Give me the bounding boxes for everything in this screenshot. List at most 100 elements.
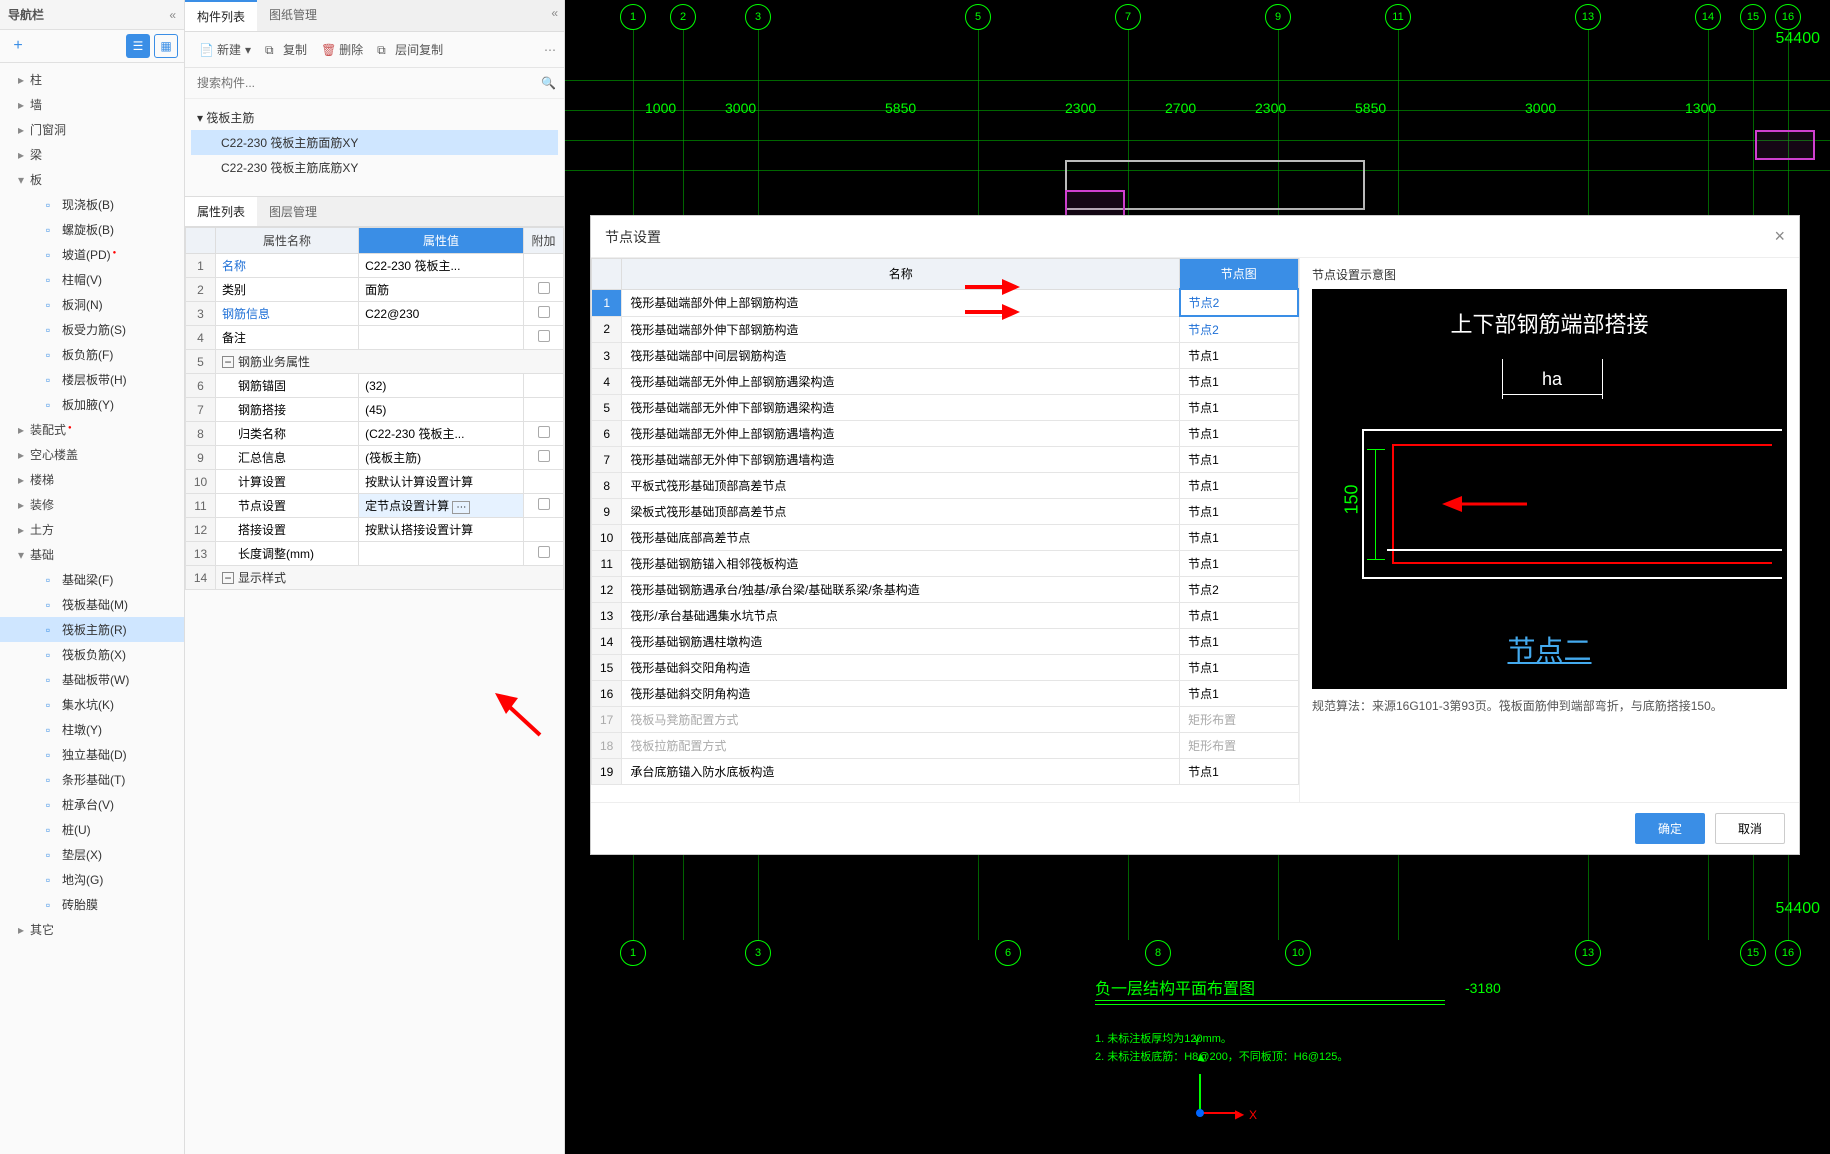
node-row[interactable]: 6筏形基础端部无外伸上部钢筋遇墙构造节点1 <box>592 421 1299 447</box>
prop-value-cell[interactable] <box>359 542 524 566</box>
prop-value-cell[interactable]: C22-230 筏板主... <box>359 254 524 278</box>
prop-value-cell[interactable]: C22@230 <box>359 302 524 326</box>
tab-layers[interactable]: 图层管理 <box>257 197 329 226</box>
search-input[interactable] <box>193 72 541 94</box>
node-pic-cell[interactable]: 节点2 <box>1180 316 1298 343</box>
node-row[interactable]: 10筏形基础底部高差节点节点1 <box>592 525 1299 551</box>
nav-category[interactable]: ▸梁 <box>0 142 184 167</box>
nav-category[interactable]: ▸墙 <box>0 92 184 117</box>
nav-leaf[interactable]: ▫板洞(N) <box>0 292 184 317</box>
node-row[interactable]: 12筏形基础钢筋遇承台/独基/承台梁/基础联系梁/条基构造节点2 <box>592 577 1299 603</box>
checkbox[interactable] <box>538 282 550 294</box>
prop-value-cell[interactable]: 定节点设置计算 ⋯ <box>359 494 524 518</box>
nav-category[interactable]: ▾基础 <box>0 542 184 567</box>
toolbar-new[interactable]: 📄新建▾ <box>193 38 257 61</box>
component-item[interactable]: C22-230 筏板主筋面筋XY <box>191 130 558 155</box>
tab-components[interactable]: 构件列表 <box>185 0 257 31</box>
node-pic-cell[interactable]: 矩形布置 <box>1180 733 1298 759</box>
nav-leaf[interactable]: ▫楼层板带(H) <box>0 367 184 392</box>
prop-row[interactable]: 2类别面筋 <box>186 278 564 302</box>
nav-leaf[interactable]: ▫地沟(G) <box>0 867 184 892</box>
checkbox[interactable] <box>538 450 550 462</box>
prop-value-cell[interactable]: 按默认搭接设置计算 <box>359 518 524 542</box>
nav-leaf[interactable]: ▫基础梁(F) <box>0 567 184 592</box>
node-row[interactable]: 7筏形基础端部无外伸下部钢筋遇墙构造节点1 <box>592 447 1299 473</box>
node-pic-cell[interactable]: 节点1 <box>1180 629 1298 655</box>
nav-leaf[interactable]: ▫桩(U) <box>0 817 184 842</box>
prop-row[interactable]: 11节点设置定节点设置计算 ⋯ <box>186 494 564 518</box>
nav-leaf[interactable]: ▫板负筋(F) <box>0 342 184 367</box>
toolbar-delete[interactable]: 🗑删除 <box>315 38 369 61</box>
node-row[interactable]: 17筏板马凳筋配置方式矩形布置 <box>592 707 1299 733</box>
nav-category[interactable]: ▸装配式 <box>0 417 184 442</box>
node-pic-cell[interactable]: 节点1 <box>1180 759 1298 785</box>
node-pic-cell[interactable]: 节点1 <box>1180 395 1298 421</box>
node-row[interactable]: 16筏形基础斜交阴角构造节点1 <box>592 681 1299 707</box>
nav-leaf[interactable]: ▫集水坑(K) <box>0 692 184 717</box>
nav-category[interactable]: ▸楼梯 <box>0 467 184 492</box>
tab-drawings[interactable]: 图纸管理 <box>257 0 329 31</box>
prop-row[interactable]: 12搭接设置按默认搭接设置计算 <box>186 518 564 542</box>
prop-row[interactable]: 3钢筋信息C22@230 <box>186 302 564 326</box>
prop-row[interactable]: 8归类名称(C22-230 筏板主... <box>186 422 564 446</box>
node-pic-cell[interactable]: 节点1 <box>1180 343 1298 369</box>
view-grid-icon[interactable]: ▦ <box>154 34 178 58</box>
node-row[interactable]: 15筏形基础斜交阳角构造节点1 <box>592 655 1299 681</box>
more-icon[interactable]: ⋯ <box>544 43 556 57</box>
node-pic-cell[interactable]: 节点1 <box>1180 369 1298 395</box>
checkbox[interactable] <box>538 426 550 438</box>
nav-collapse-icon[interactable]: « <box>169 8 176 22</box>
prop-row[interactable]: 10计算设置按默认计算设置计算 <box>186 470 564 494</box>
tab-properties[interactable]: 属性列表 <box>185 197 257 226</box>
nav-leaf[interactable]: ▫基础板带(W) <box>0 667 184 692</box>
node-pic-cell[interactable]: 矩形布置 <box>1180 707 1298 733</box>
nav-leaf[interactable]: ▫坡道(PD) <box>0 242 184 267</box>
comp-parent[interactable]: ▾ 筏板主筋 <box>191 105 558 130</box>
nav-category[interactable]: ▸装修 <box>0 492 184 517</box>
nav-leaf[interactable]: ▫筏板主筋(R) <box>0 617 184 642</box>
nav-leaf[interactable]: ▫独立基础(D) <box>0 742 184 767</box>
prop-value-cell[interactable]: (32) <box>359 374 524 398</box>
prop-value-cell[interactable]: (45) <box>359 398 524 422</box>
search-icon[interactable]: 🔍 <box>541 76 556 90</box>
nav-category[interactable]: ▸其它 <box>0 917 184 942</box>
node-row[interactable]: 14筏形基础钢筋遇柱墩构造节点1 <box>592 629 1299 655</box>
node-row[interactable]: 19承台底筋锚入防水底板构造节点1 <box>592 759 1299 785</box>
node-row[interactable]: 18筏板拉筋配置方式矩形布置 <box>592 733 1299 759</box>
nav-leaf[interactable]: ▫板加腋(Y) <box>0 392 184 417</box>
checkbox[interactable] <box>538 306 550 318</box>
node-pic-cell[interactable]: 节点2 <box>1180 577 1298 603</box>
node-pic-cell[interactable]: 节点1 <box>1180 473 1298 499</box>
checkbox[interactable] <box>538 546 550 558</box>
nav-leaf[interactable]: ▫柱帽(V) <box>0 267 184 292</box>
node-pic-cell[interactable]: 节点1 <box>1180 421 1298 447</box>
prop-value-cell[interactable]: (C22-230 筏板主... <box>359 422 524 446</box>
add-new-icon[interactable]: + <box>6 34 30 58</box>
node-pic-cell[interactable]: 节点1 <box>1180 655 1298 681</box>
node-row[interactable]: 5筏形基础端部无外伸下部钢筋遇梁构造节点1 <box>592 395 1299 421</box>
nav-category[interactable]: ▸空心楼盖 <box>0 442 184 467</box>
nav-category[interactable]: ▸柱 <box>0 67 184 92</box>
nav-leaf[interactable]: ▫筏板负筋(X) <box>0 642 184 667</box>
nav-leaf[interactable]: ▫垫层(X) <box>0 842 184 867</box>
node-row[interactable]: 11筏形基础钢筋锚入相邻筏板构造节点1 <box>592 551 1299 577</box>
node-pic-cell[interactable]: 节点1 <box>1180 447 1298 473</box>
node-row[interactable]: 9梁板式筏形基础顶部高差节点节点1 <box>592 499 1299 525</box>
nav-category[interactable]: ▸门窗洞 <box>0 117 184 142</box>
node-pic-cell[interactable]: 节点1 <box>1180 525 1298 551</box>
prop-row[interactable]: 6钢筋锚固(32) <box>186 374 564 398</box>
prop-value-cell[interactable]: 按默认计算设置计算 <box>359 470 524 494</box>
checkbox[interactable] <box>538 330 550 342</box>
prop-value-cell[interactable] <box>359 326 524 350</box>
node-pic-cell[interactable]: 节点2 <box>1180 289 1298 316</box>
checkbox[interactable] <box>538 498 550 510</box>
node-pic-cell[interactable]: 节点1 <box>1180 603 1298 629</box>
tab-close-icon[interactable]: « <box>545 0 564 31</box>
nav-category[interactable]: ▾板 <box>0 167 184 192</box>
node-pic-cell[interactable]: 节点1 <box>1180 499 1298 525</box>
nav-leaf[interactable]: ▫柱墩(Y) <box>0 717 184 742</box>
node-pic-cell[interactable]: 节点1 <box>1180 681 1298 707</box>
toolbar-copy[interactable]: ⧉复制 <box>259 38 313 61</box>
node-row[interactable]: 13筏形/承台基础遇集水坑节点节点1 <box>592 603 1299 629</box>
cancel-button[interactable]: 取消 <box>1715 813 1785 844</box>
